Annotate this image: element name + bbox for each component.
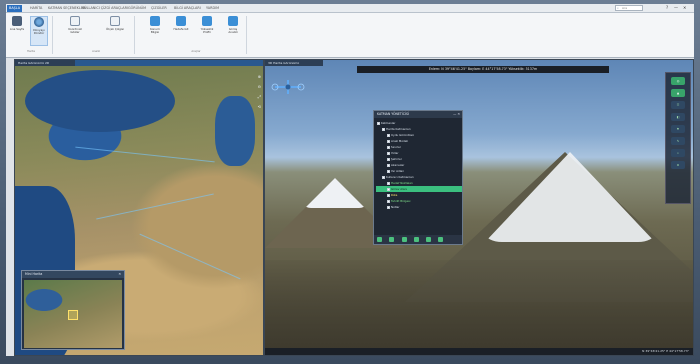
caspian-sea [215,96,255,166]
3d-status-bar: N 39°46'41.25" E 44°17'58.73" [265,348,693,355]
pane-title-3d: 3D Harita Görünümü [265,60,323,66]
checkbox-icon[interactable] [387,163,390,167]
checkbox-icon[interactable] [387,193,390,197]
ribbon-group-label: Analiz [92,50,100,53]
tab-map[interactable]: HARİTA [28,5,44,12]
status-text-right: N 39°46'41.25" E 44°17'58.73" [642,349,689,353]
globe-icon [34,17,44,27]
layer-manager-footer [374,235,462,244]
elevation-profile-button[interactable]: Yükseklik Profili [198,16,216,35]
checkbox-icon[interactable] [387,145,390,149]
layer-tree: Katmanlar Harita Katmanları Uydu Görüntü… [376,120,462,210]
minimap-title-bar: Mini Harita ✕ [22,271,124,278]
remove-layer-icon[interactable] [389,237,395,242]
search-placeholder: Ara [622,6,628,10]
zoom-in-icon[interactable]: ⊕ [258,74,261,79]
rotate-globe-button[interactable]: Dünyayı Döndür [30,16,48,46]
checkbox-icon[interactable] [387,157,390,161]
drone-icon[interactable] [271,78,305,96]
checkbox-icon[interactable] [387,205,390,209]
profile-icon [202,16,212,26]
coordinate-readout: Enlem: N 39°46'41.25" Boylam: E 44°17'58… [357,66,609,73]
tool-locate[interactable]: ⌖ [671,149,685,157]
document-icon [70,16,80,26]
settings-icon[interactable] [438,237,444,242]
layer-tree-item[interactable]: Notlar [376,204,462,210]
add-layer-icon[interactable] [377,237,382,242]
rotate-icon[interactable]: ⟲ [258,104,261,109]
close-button[interactable]: ✕ [683,5,686,10]
search-icon: ⌕ [617,6,619,10]
border-line [139,233,241,280]
fullscreen-icon[interactable]: ⤢ [258,94,261,99]
close-icon[interactable]: ✕ [118,271,121,278]
tool-layers[interactable]: ☰ [671,101,685,109]
tool-terrain[interactable]: ▲ [671,89,685,97]
zoom-out-icon[interactable]: ⊖ [258,84,261,89]
dialog-close-icon[interactable]: — ✕ [453,111,460,118]
ribbon-tab-strip: BAŞLA HARİTA KATMAN SEÇENEKLERİ KULLANIC… [6,4,694,13]
location-info-button[interactable]: Konum Bilgisi [146,16,164,35]
visibility-analysis-button[interactable]: Görüş Analizi [224,16,242,35]
pin-icon [150,16,160,26]
checkbox-icon[interactable] [387,181,390,185]
tool-draw[interactable]: ✎ [671,137,685,145]
scale-line-button[interactable]: Ölçek Çizgisi [106,16,124,31]
eye-icon [228,16,238,26]
home-icon [12,16,22,26]
refresh-icon[interactable] [426,237,432,242]
checkbox-icon[interactable] [387,151,390,155]
tab-info-tools[interactable]: BİLGİ ARAÇLARI [172,5,203,12]
black-sea [25,70,175,132]
home-button[interactable]: Ana Sayfa [8,16,26,31]
checkbox-icon[interactable] [382,127,385,131]
tool-compass[interactable]: ◎ [671,77,685,85]
minimap-window[interactable]: Mini Harita ✕ [21,270,125,350]
map-3d-pane[interactable]: 3D Harita Görünümü Enlem: N 39°46'41.25"… [264,59,694,356]
layer-manager-dialog[interactable]: KATMAN YÖNETİCİSİ — ✕ Katmanlar Harita K… [373,110,463,245]
checkbox-icon[interactable] [387,169,390,173]
application-window: BAŞLA HARİTA KATMAN SEÇENEKLERİ KULLANIC… [6,4,694,356]
help-button[interactable]: ? [666,5,668,10]
foreground-terrain [265,260,693,350]
checkbox-icon[interactable] [382,175,385,179]
ribbon-group-label: Harita [27,50,35,53]
move-up-icon[interactable] [401,237,407,242]
target-icon [176,16,186,26]
go-to-target-button[interactable]: Hedefe Git [172,16,190,31]
tool-view[interactable]: ◧ [671,113,685,121]
ribbon-toolbar: Ana Sayfa Dünyayı Döndür Koordinat Göste… [6,13,694,58]
checkbox-icon[interactable] [387,133,390,137]
3d-tool-palette: ◎ ▲ ☰ ◧ ⚑ ✎ ⌖ ⚙ [665,72,691,204]
border-line [96,193,214,220]
ribbon-group-label: Araçlar [191,50,201,53]
tab-user-drawing-tools[interactable]: KULLANICI ÇİZGİ ARAÇLARI [80,5,130,12]
group-separator [52,16,53,54]
pane-title-2d: Harita Görünümü 2D [15,60,75,66]
group-separator [134,16,135,54]
minimize-button[interactable]: — [674,5,678,10]
tab-view[interactable]: GÖRÜNÜM [126,5,148,12]
tab-start[interactable]: BAŞLA [7,5,23,12]
minimap-viewport-indicator[interactable] [68,310,78,320]
border-line [75,146,215,163]
checkbox-icon[interactable] [387,187,390,191]
tool-settings[interactable]: ⚙ [671,161,685,169]
checkbox-icon[interactable] [387,199,390,203]
map-2d-pane[interactable]: Harita Görünümü 2D ⊕ ⊖ ⤢ ⟲ Mini Harita ✕ [14,59,264,356]
show-coordinates-button[interactable]: Koordinat Göster [66,16,84,35]
tool-flag[interactable]: ⚑ [671,125,685,133]
group-separator [246,16,247,54]
tab-help[interactable]: YARDIM [204,5,221,12]
tab-lines[interactable]: ÇIZGİLER [149,5,169,12]
move-down-icon[interactable] [413,237,419,242]
search-input[interactable]: ⌕ Ara [615,5,643,11]
layer-manager-title-bar: KATMAN YÖNETİCİSİ — ✕ [374,111,462,118]
ruler-icon [110,16,120,26]
minimap-canvas[interactable] [24,280,122,348]
checkbox-icon[interactable] [387,139,390,143]
checkbox-icon[interactable] [377,121,380,125]
